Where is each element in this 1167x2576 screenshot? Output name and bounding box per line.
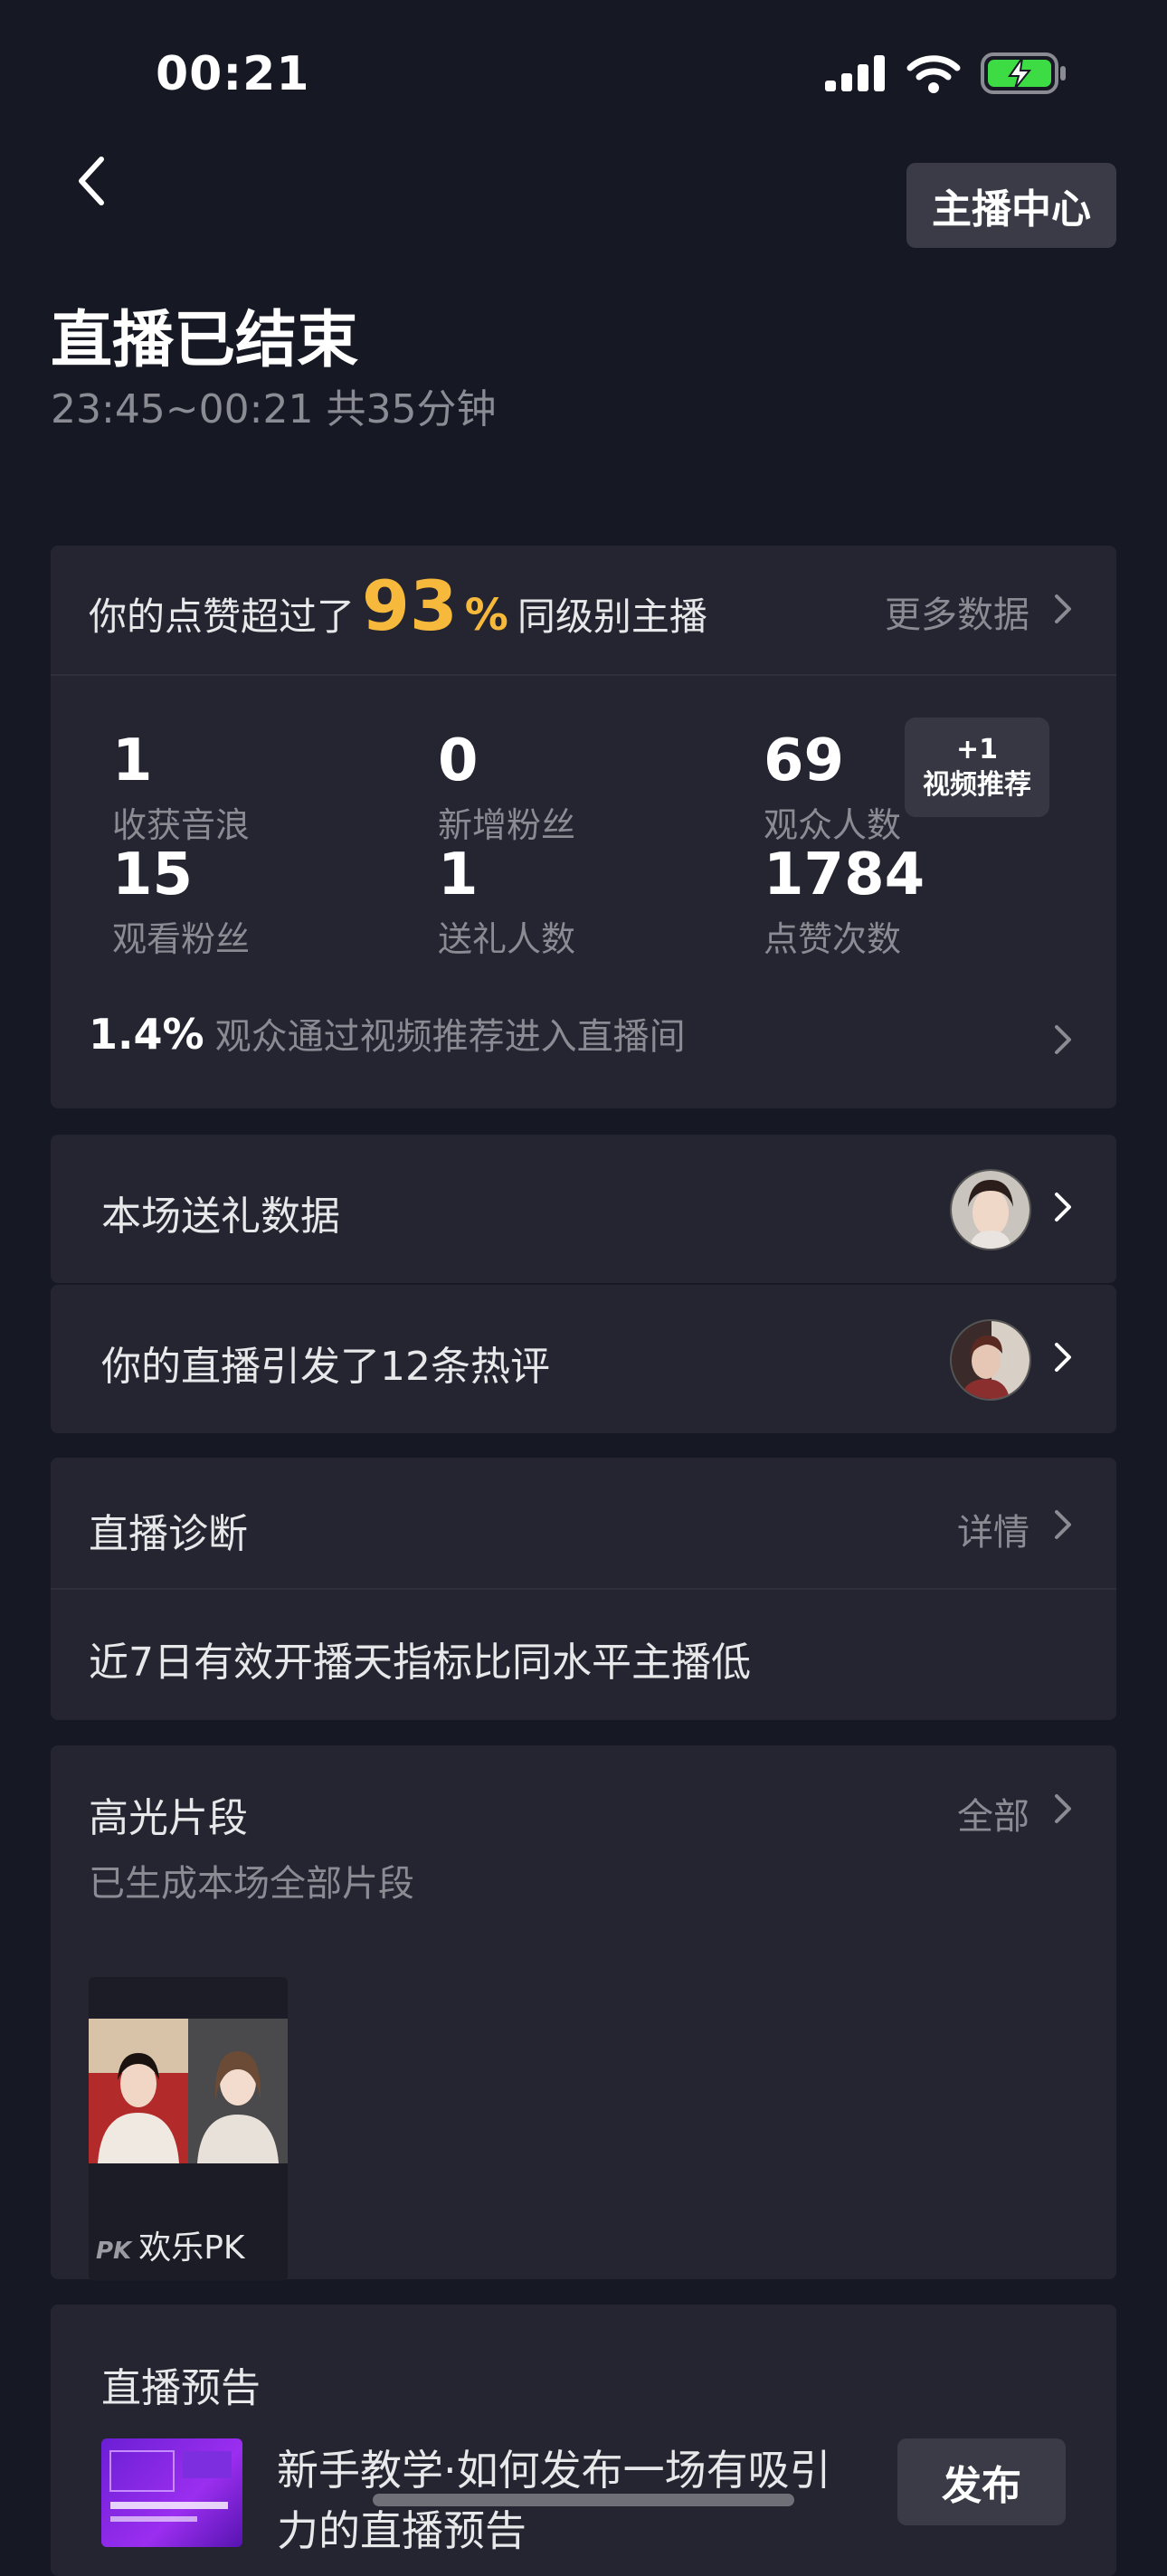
signal-icon [825,55,885,91]
badge-count: +1 [955,734,998,765]
anchor-center-button[interactable]: 主播中心 [906,163,1116,248]
back-button[interactable] [63,145,118,217]
highlights-title: 高光片段 [89,1795,248,1841]
chevron-left-icon [79,157,104,205]
divider [51,1588,1116,1590]
diagnosis-detail-link[interactable]: 详情 [957,1503,1029,1555]
gift-data-row[interactable]: 本场送礼数据 [51,1135,1116,1283]
battery-charging-icon [981,52,1066,94]
live-diagnosis-card: 直播诊断 详情 近7日有效开播天指标比同水平主播低 [51,1458,1116,1720]
stat-label: 送礼人数 [438,919,576,959]
recommend-text: 观众通过视频推荐进入直播间 [214,1016,686,1058]
live-duration: 23:45~00:21 共35分钟 [51,386,497,433]
stat-label: 收获音浪 [112,805,251,845]
badge-label: 视频推荐 [923,769,1031,801]
stat-gifters: 1 送礼人数 [438,846,575,961]
stats-card: 你的点赞超过了 93 % 同级别主播 更多数据 1 收获音浪 0 新增粉丝 69… [51,546,1116,1108]
more-data-link[interactable]: 更多数据 [885,585,1029,638]
video-recommend-badge: +1 视频推荐 [905,718,1049,817]
pk-icon: PK [96,2238,132,2265]
hot-comments-row[interactable]: 你的直播引发了12条热评 [51,1285,1116,1433]
stat-label: 观众人数 [764,805,902,845]
preview-thumbnail[interactable] [101,2438,242,2547]
home-indicator[interactable] [373,2494,794,2506]
stat-value: 69 [764,727,845,794]
stat-label: 新增粉丝 [438,805,576,845]
wifi-icon [906,55,961,93]
stat-label: 观看粉丝 [112,919,251,959]
live-preview-card: 直播预告 新手教学·如何发布一场有吸引力的直播预告 发布 [51,2305,1116,2576]
likes-percent: 93 [362,566,458,646]
avatar [950,1319,1031,1401]
publish-button[interactable]: 发布 [897,2438,1066,2525]
diagnosis-title: 直播诊断 [89,1511,248,1557]
clip-thumbnail [89,2019,288,2163]
highlights-subtitle: 已生成本场全部片段 [89,1863,414,1905]
highlights-all-link[interactable]: 全部 [957,1787,1029,1839]
likes-suffix: 同级别主播 [517,594,707,639]
recommend-percent: 1.4% [89,1010,204,1059]
page-title: 直播已结束 [51,305,359,376]
clip-label: PK 欢乐PK [96,2221,245,2268]
avatar [950,1169,1031,1250]
chevron-right-icon[interactable] [1053,1341,1073,1374]
hot-comments-label: 你的直播引发了12条热评 [101,1344,550,1390]
chevron-right-icon[interactable] [1053,1508,1073,1541]
stat-value: 15 [112,841,194,908]
stat-value: 1 [438,841,479,908]
stat-value: 0 [438,727,479,794]
chevron-right-icon[interactable] [1053,1792,1073,1825]
divider [51,674,1116,676]
chevron-right-icon[interactable] [1053,1191,1073,1223]
preview-title: 直播预告 [101,2365,261,2411]
likes-prefix: 你的点赞超过了 [89,594,356,639]
highlight-clip[interactable]: PK 欢乐PK [89,1977,288,2281]
chevron-right-icon[interactable] [1053,1023,1073,1056]
chevron-right-icon[interactable] [1053,593,1073,625]
stat-likes: 1784 点赞次数 [764,846,925,961]
stat-new-fans: 0 新增粉丝 [438,732,575,847]
stat-viewers: 69 观众人数 [764,732,901,847]
likes-ranking: 你的点赞超过了 93 % 同级别主播 [89,566,707,646]
status-time: 00:21 [156,47,310,101]
stat-fan-viewers: 15 观看粉丝 [112,846,250,961]
clip-label-text: 欢乐PK [138,2229,245,2267]
highlights-card: 高光片段 全部 已生成本场全部片段 PK 欢乐PK [51,1745,1116,2281]
likes-percent-sign: % [464,590,508,641]
stat-label: 点赞次数 [764,919,902,959]
stat-value: 1784 [764,841,925,908]
status-icons [825,52,1067,94]
stat-value: 1 [112,727,153,794]
video-recommend-line[interactable]: 1.4% 观众通过视频推荐进入直播间 [89,1007,686,1060]
gift-data-label: 本场送礼数据 [101,1193,340,1240]
diagnosis-text: 近7日有效开播天指标比同水平主播低 [89,1640,751,1686]
stat-sound-waves: 1 收获音浪 [112,732,250,847]
